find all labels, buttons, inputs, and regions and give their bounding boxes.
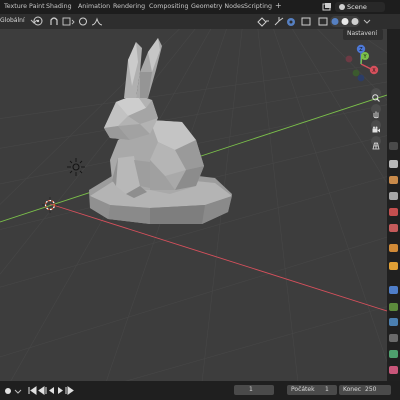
play-icon[interactable] <box>58 387 63 394</box>
rendered-shading-icon[interactable] <box>350 16 360 27</box>
current-frame-value: 1 <box>249 386 253 393</box>
data-tab[interactable] <box>389 350 398 358</box>
timeline-bar: 1 Počátek 1 Konec 250 <box>0 381 400 400</box>
proportional-editing-icon[interactable] <box>78 16 88 27</box>
wireframe-shading-icon[interactable] <box>318 16 328 27</box>
frame-end-value: 250 <box>365 386 377 393</box>
particles-tab[interactable] <box>389 303 398 311</box>
scene-tab[interactable] <box>389 208 398 216</box>
render-tab[interactable] <box>389 160 398 168</box>
add-workspace-button[interactable]: + <box>275 1 282 11</box>
playback-controls <box>28 386 74 395</box>
visibility-icon[interactable] <box>256 16 270 27</box>
solid-shading-icon[interactable] <box>330 16 340 27</box>
gizmo-toggle-icon[interactable] <box>273 16 285 27</box>
tool-tab[interactable] <box>389 142 398 150</box>
overlays-icon[interactable] <box>285 16 299 27</box>
transform-orientation-dropdown[interactable]: Globální <box>0 16 25 26</box>
modifier-tab[interactable] <box>389 286 398 294</box>
constraints-tab[interactable] <box>389 334 398 342</box>
record-icon[interactable] <box>3 386 13 396</box>
camera-view-button[interactable] <box>371 120 381 133</box>
falloff-icon[interactable] <box>91 16 103 27</box>
zoom-icon <box>372 94 380 102</box>
camera-icon <box>372 126 380 133</box>
frame-end-label: Konec <box>343 386 362 393</box>
tab-animation[interactable]: Animation <box>78 2 110 12</box>
frame-start-value: 1 <box>325 386 329 393</box>
snap-icon[interactable] <box>48 16 60 27</box>
tab-texture-paint[interactable]: Texture Paint <box>4 2 45 12</box>
tab-compositing[interactable]: Compositing <box>149 2 188 12</box>
shading-options-icon[interactable] <box>362 16 372 27</box>
perspective-toggle-button[interactable] <box>371 136 381 150</box>
jump-start-icon[interactable] <box>28 386 37 395</box>
snap-increment-icon[interactable] <box>62 16 76 27</box>
svg-text:Z: Z <box>359 47 363 53</box>
frame-start-field[interactable]: Počátek 1 <box>287 385 337 395</box>
scene-name: Scene <box>347 3 367 11</box>
viewport-canvas[interactable]: Z X Y <box>0 29 387 381</box>
world-tab[interactable] <box>389 224 398 232</box>
xray-icon[interactable] <box>301 16 311 27</box>
object-tab[interactable] <box>389 262 398 270</box>
material-shading-icon[interactable] <box>340 16 350 27</box>
tab-geometry-nodes[interactable]: Geometry Nodes <box>191 2 244 12</box>
pivot-point-icon[interactable] <box>32 15 45 27</box>
grid-view-icon <box>372 142 380 150</box>
scene-selector-icon[interactable] <box>322 2 332 12</box>
viewport-options-dropdown[interactable]: Nastavení <box>343 29 383 40</box>
collection-tab[interactable] <box>389 244 398 252</box>
viewport-header: Globální <box>0 14 400 29</box>
jump-keyframe-forward-icon[interactable] <box>65 386 74 395</box>
view-layer-tab[interactable] <box>389 192 398 200</box>
scene-field[interactable]: Scene <box>335 2 385 12</box>
pan-hand-icon <box>373 111 379 119</box>
frame-start-label: Počátek <box>291 386 315 393</box>
tab-rendering[interactable]: Rendering <box>113 2 145 12</box>
material-tab[interactable] <box>389 366 398 374</box>
3d-viewport[interactable]: Z X Y Nastavení <box>0 29 387 381</box>
tab-shading[interactable]: Shading <box>46 2 72 12</box>
pan-button[interactable] <box>371 104 381 119</box>
output-tab[interactable] <box>389 176 398 184</box>
viewport-options-label: Nastavení <box>347 30 378 37</box>
properties-tab-strip <box>387 29 400 381</box>
current-frame-field[interactable]: 1 <box>234 385 274 395</box>
tab-scripting[interactable]: Scripting <box>244 2 272 12</box>
jump-keyframe-back-icon[interactable] <box>38 386 47 395</box>
scene-icon <box>339 4 345 10</box>
zoom-button[interactable] <box>371 88 381 102</box>
svg-text:X: X <box>372 68 376 74</box>
play-reverse-icon[interactable] <box>49 387 54 394</box>
frame-end-field[interactable]: Konec 250 <box>339 385 391 395</box>
keying-menu-icon[interactable] <box>14 387 22 395</box>
physics-tab[interactable] <box>389 318 398 326</box>
workspace-tab-bar: Texture Paint Shading Animation Renderin… <box>0 0 400 14</box>
